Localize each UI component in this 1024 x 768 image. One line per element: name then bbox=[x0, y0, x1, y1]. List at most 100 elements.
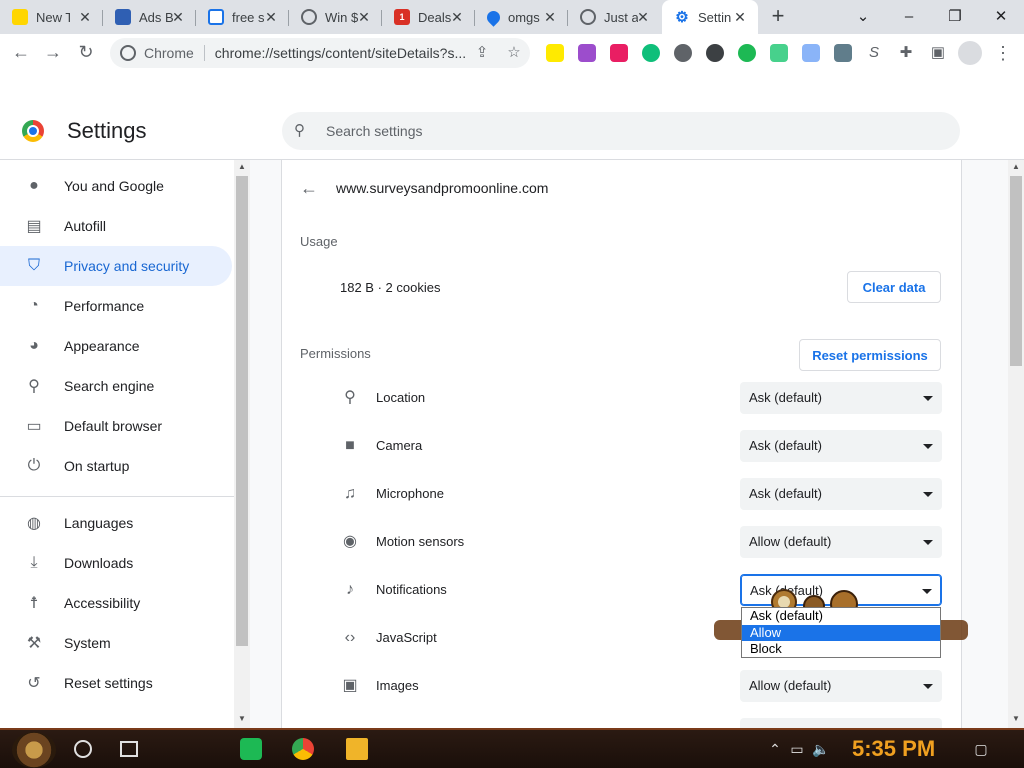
sidebar-item-label: On startup bbox=[64, 458, 130, 474]
reload-icon[interactable]: ↻ bbox=[73, 39, 99, 65]
extension-icon[interactable] bbox=[610, 44, 628, 62]
permission-select[interactable] bbox=[740, 718, 942, 728]
back-arrow-icon[interactable]: ← bbox=[298, 178, 320, 198]
extension-icon[interactable] bbox=[738, 44, 756, 62]
browser-tab-active[interactable]: ⚙ Settin ✕ bbox=[662, 0, 758, 34]
browser-tab[interactable]: omgs ✕ bbox=[475, 0, 568, 34]
minimize-button[interactable]: – bbox=[894, 4, 924, 30]
scroll-up-arrow-icon[interactable]: ▲ bbox=[234, 160, 250, 174]
permission-select[interactable]: Ask (default) bbox=[740, 478, 942, 510]
cortana-circle-icon[interactable] bbox=[74, 740, 92, 758]
browser-tab[interactable]: free s ✕ bbox=[196, 0, 289, 34]
tab-close-icon[interactable]: ✕ bbox=[449, 9, 465, 25]
url-text[interactable]: chrome://settings/content/siteDetails?s.… bbox=[215, 45, 477, 61]
scroll-up-arrow-icon[interactable]: ▲ bbox=[1008, 160, 1024, 174]
scroll-down-arrow-icon[interactable]: ▼ bbox=[234, 712, 250, 726]
dropdown-option-ask[interactable]: Ask (default) bbox=[742, 608, 940, 624]
palette-icon: ◕ bbox=[29, 337, 39, 354]
share-icon[interactable]: ⇪ bbox=[472, 43, 492, 63]
sidebar-item-privacy-and-security[interactable]: ⛉ Privacy and security bbox=[0, 246, 232, 286]
extension-icon[interactable] bbox=[802, 44, 820, 62]
permission-select[interactable]: Allow (default) bbox=[740, 526, 942, 558]
sidebar-item-autofill[interactable]: ▤ Autofill bbox=[0, 206, 232, 246]
menu-kebab-icon[interactable]: ⋮ bbox=[994, 42, 1012, 64]
sidebar-item-appearance[interactable]: ◕ Appearance bbox=[0, 326, 232, 366]
reset-permissions-button[interactable]: Reset permissions bbox=[799, 339, 941, 371]
tab-close-icon[interactable]: ✕ bbox=[356, 9, 372, 25]
clear-data-button[interactable]: Clear data bbox=[847, 271, 941, 303]
maximize-button[interactable]: ❐ bbox=[940, 4, 970, 30]
notes-app-icon[interactable] bbox=[240, 738, 262, 760]
sidebar-item-performance[interactable]: ◔ Performance bbox=[0, 286, 232, 326]
browser-tab[interactable]: Win $ ✕ bbox=[289, 0, 382, 34]
network-icon[interactable]: ▭ bbox=[788, 740, 806, 758]
new-tab-button[interactable]: + bbox=[766, 5, 790, 29]
caret-down-icon bbox=[923, 684, 933, 689]
tab-close-icon[interactable]: ✕ bbox=[263, 9, 279, 25]
permission-row-partial bbox=[336, 718, 942, 728]
sidebar-item-label: Downloads bbox=[64, 555, 134, 571]
download-icon: ⤓ bbox=[30, 554, 38, 571]
extension-icon[interactable] bbox=[706, 44, 724, 62]
sidebar-item-reset-settings[interactable]: ↺ Reset settings bbox=[0, 663, 232, 703]
location-pin-icon: ⚲ bbox=[344, 389, 356, 406]
sidebar-item-label: Accessibility bbox=[64, 595, 141, 611]
permission-select[interactable]: Allow (default) bbox=[740, 670, 942, 702]
tab-search-chevron-icon[interactable]: ⌄ bbox=[848, 4, 878, 30]
sidebar-scrollbar-thumb[interactable] bbox=[236, 176, 248, 646]
dropdown-option-allow[interactable]: Allow bbox=[742, 625, 940, 641]
taskbar-clock[interactable]: 5:35 PM bbox=[852, 736, 935, 762]
browser-tab[interactable]: Just a ✕ bbox=[568, 0, 661, 34]
sidebar-item-default-browser[interactable]: ▭ Default browser bbox=[0, 406, 232, 446]
extension-icon[interactable] bbox=[770, 44, 788, 62]
side-panel-icon[interactable]: ▣ bbox=[928, 43, 948, 63]
start-button[interactable] bbox=[12, 732, 56, 768]
tab-close-icon[interactable]: ✕ bbox=[635, 9, 651, 25]
task-view-icon[interactable] bbox=[120, 741, 138, 757]
close-window-button[interactable]: ✕ bbox=[986, 4, 1016, 30]
select-value: Allow (default) bbox=[749, 534, 832, 549]
sidebar-item-search-engine[interactable]: ⚲ Search engine bbox=[0, 366, 232, 406]
browser-tab[interactable]: New T ✕ bbox=[0, 0, 103, 34]
extension-icon[interactable] bbox=[674, 44, 692, 62]
permission-row-camera: ■ Camera Ask (default) bbox=[336, 430, 942, 462]
forward-arrow-icon[interactable]: → bbox=[40, 39, 66, 65]
address-bar[interactable]: Chrome chrome://settings/content/siteDet… bbox=[110, 38, 530, 68]
sidebar-item-label: Appearance bbox=[64, 338, 140, 354]
dropdown-option-block[interactable]: Block bbox=[742, 641, 940, 657]
tab-favicon-icon bbox=[208, 9, 224, 25]
back-arrow-icon[interactable]: ← bbox=[8, 39, 34, 65]
extension-icon[interactable] bbox=[578, 44, 596, 62]
sidebar-item-on-startup[interactable]: ⏻ On startup bbox=[0, 446, 232, 486]
sidebar-item-downloads[interactable]: ⤓ Downloads bbox=[0, 543, 232, 583]
permission-select[interactable]: Ask (default) bbox=[740, 430, 942, 462]
bookmark-star-icon[interactable]: ☆ bbox=[504, 43, 524, 63]
permission-row-motion-sensors: ◉ Motion sensors Allow (default) bbox=[336, 526, 942, 558]
tray-chevron-icon[interactable]: ⌃ bbox=[766, 740, 784, 758]
sidebar-item-accessibility[interactable]: ☨ Accessibility bbox=[0, 583, 232, 623]
sidebar-item-languages[interactable]: ◍ Languages bbox=[0, 503, 232, 543]
file-explorer-icon[interactable] bbox=[346, 738, 368, 760]
tab-close-icon[interactable]: ✕ bbox=[732, 9, 748, 25]
extension-icon[interactable] bbox=[642, 44, 660, 62]
tab-close-icon[interactable]: ✕ bbox=[170, 9, 186, 25]
browser-tab[interactable]: 1 Deals ✕ bbox=[382, 0, 475, 34]
sidebar-item-you-and-google[interactable]: ● You and Google bbox=[0, 166, 232, 206]
page-scrollbar-thumb[interactable] bbox=[1010, 176, 1022, 366]
tab-close-icon[interactable]: ✕ bbox=[542, 9, 558, 25]
select-value: Allow (default) bbox=[749, 678, 832, 693]
sidebar-item-system[interactable]: ⚒ System bbox=[0, 623, 232, 663]
tab-close-icon[interactable]: ✕ bbox=[77, 9, 93, 25]
volume-icon[interactable]: 🔈 bbox=[812, 740, 830, 758]
browser-tab[interactable]: Ads B ✕ bbox=[103, 0, 196, 34]
extension-icon[interactable] bbox=[834, 44, 852, 62]
puzzle-extensions-icon[interactable]: ✚ bbox=[896, 43, 916, 63]
search-settings-input[interactable]: ⚲ Search settings bbox=[282, 112, 960, 150]
scroll-down-arrow-icon[interactable]: ▼ bbox=[1008, 712, 1024, 726]
profile-avatar-icon[interactable] bbox=[958, 41, 982, 65]
action-center-icon[interactable]: ▢ bbox=[972, 740, 990, 758]
extension-s-icon[interactable]: S bbox=[864, 43, 884, 63]
chrome-taskbar-icon[interactable] bbox=[292, 738, 314, 760]
permission-select[interactable]: Ask (default) bbox=[740, 382, 942, 414]
extension-icon[interactable] bbox=[546, 44, 564, 62]
